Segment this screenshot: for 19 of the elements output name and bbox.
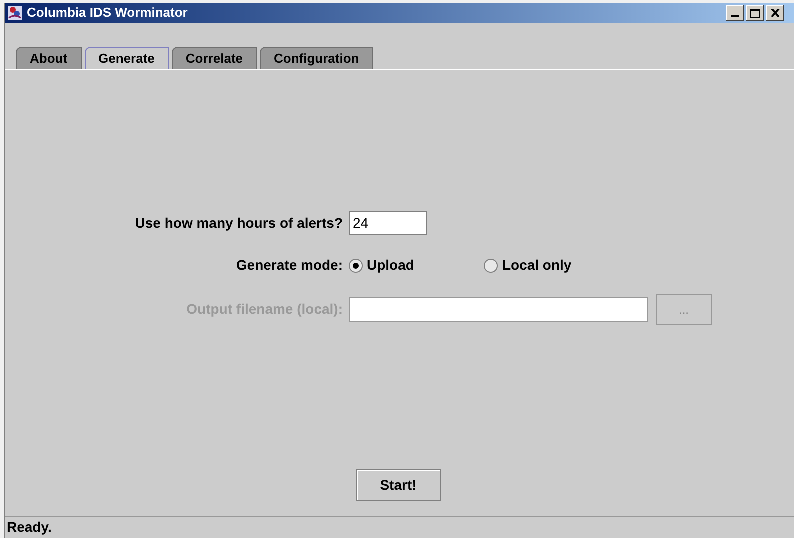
close-button[interactable] xyxy=(766,5,784,21)
window-title: Columbia IDS Worminator xyxy=(27,4,188,22)
maximize-button[interactable] xyxy=(746,5,764,21)
minimize-icon xyxy=(731,15,739,17)
tab[interactable]: Configuration xyxy=(260,47,374,69)
app-logo-icon xyxy=(7,5,23,21)
hours-field[interactable]: 24 xyxy=(349,211,427,235)
mode-label: Generate mode: xyxy=(235,256,343,275)
maximize-icon xyxy=(750,8,760,18)
status-text: Ready. xyxy=(7,518,52,537)
radio-option[interactable]: Upload xyxy=(349,255,414,276)
hours-label: Use how many hours of alerts? xyxy=(134,214,343,233)
radio-option[interactable]: Local only xyxy=(484,255,572,276)
minimize-button[interactable] xyxy=(726,5,744,21)
start-button[interactable]: Start! xyxy=(356,469,441,501)
tab[interactable]: Generate xyxy=(84,47,169,69)
close-icon xyxy=(770,9,780,17)
tab[interactable]: About xyxy=(16,47,82,69)
tab[interactable]: Correlate xyxy=(172,47,257,69)
